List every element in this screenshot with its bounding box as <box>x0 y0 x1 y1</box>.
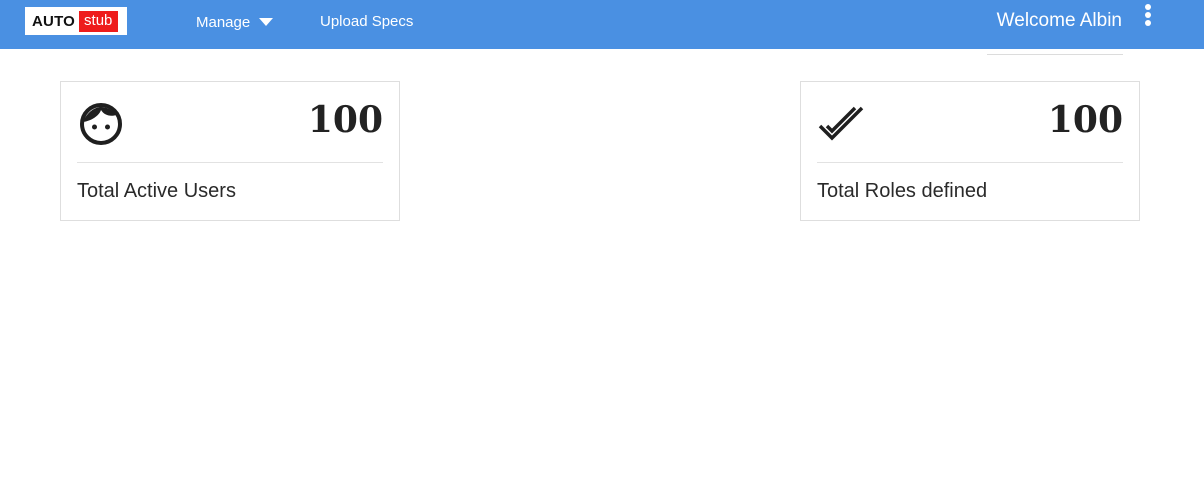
logo-stub-text: stub <box>79 10 119 32</box>
roles-count: 100 <box>1047 99 1123 141</box>
double-check-icon <box>817 100 865 148</box>
card-divider <box>817 162 1123 163</box>
active-users-count: 100 <box>307 99 383 141</box>
top-navbar: AUTO stub Manage Upload Specs Welcome Al… <box>0 0 1204 49</box>
app-logo[interactable]: AUTO stub <box>25 7 127 35</box>
roles-label: Total Roles defined <box>817 180 988 202</box>
nav-manage-dropdown[interactable]: Manage <box>196 12 274 32</box>
kebab-menu-icon[interactable] <box>1140 4 1156 30</box>
active-users-label: Total Active Users <box>77 180 236 202</box>
welcome-underline-divider <box>987 54 1123 55</box>
welcome-user-text: Welcome Albin <box>996 10 1122 31</box>
face-icon <box>77 100 125 148</box>
caret-down-icon <box>259 18 274 26</box>
card-total-roles-defined: 100 Total Roles defined <box>800 81 1140 221</box>
nav-manage-label: Manage <box>196 13 251 31</box>
logo-auto-text: AUTO <box>32 12 76 30</box>
card-total-active-users: 100 Total Active Users <box>60 81 400 221</box>
card-divider <box>77 162 383 163</box>
nav-upload-specs[interactable]: Upload Specs <box>320 12 413 32</box>
